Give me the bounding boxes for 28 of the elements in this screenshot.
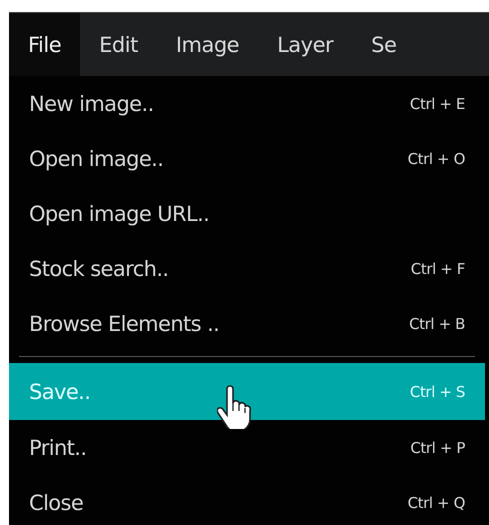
menu-tab[interactable]: File [9, 13, 80, 76]
menu-item[interactable]: Browse Elements .. Ctrl + B [9, 296, 485, 351]
shortcut-label: Ctrl + S [410, 382, 465, 400]
shortcut-label: Ctrl + E [410, 94, 465, 112]
menu-item-label: Browse Elements .. [29, 312, 220, 336]
menu-item-label: Print.. [29, 436, 86, 460]
menu-item-label: New image.. [29, 92, 154, 116]
shortcut-label: Ctrl + F [410, 260, 465, 278]
menu-item[interactable]: New image.. Ctrl + E [9, 76, 485, 131]
menu-item-label: Open image.. [29, 146, 164, 170]
menu-tab[interactable]: Image [156, 13, 258, 76]
menu-item-label: Stock search.. [29, 256, 169, 280]
shortcut-label: Ctrl + O [408, 150, 465, 168]
hand-cursor-icon [217, 385, 251, 429]
menu-tab[interactable]: Layer [258, 13, 352, 76]
menu-item[interactable]: Print.. Ctrl + P [9, 420, 485, 475]
menu-tab[interactable]: Edit [80, 13, 157, 76]
shortcut-label: Ctrl + B [409, 314, 465, 332]
menu-item[interactable]: Close Ctrl + Q [9, 475, 485, 525]
menu-item[interactable]: Stock search.. Ctrl + F [9, 241, 485, 296]
menu-item[interactable]: Open image URL.. [9, 186, 485, 241]
menu-item-label: Save.. [29, 380, 90, 404]
menu-tab[interactable]: Se [352, 13, 416, 76]
menu-item-label: Open image URL.. [29, 202, 210, 226]
menu-item[interactable]: Open image.. Ctrl + O [9, 131, 485, 186]
shortcut-label: Ctrl + P [410, 438, 465, 456]
shortcut-label: Ctrl + Q [408, 494, 465, 512]
menu-item-label: Close [29, 490, 84, 514]
